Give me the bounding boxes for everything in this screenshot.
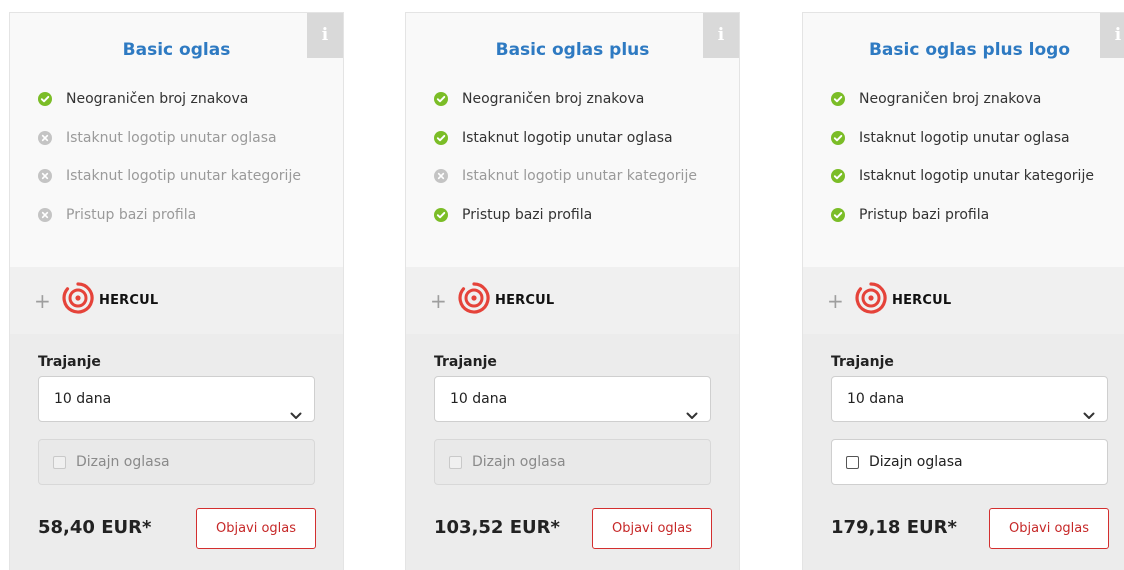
design-option[interactable]: Dizajn oglasa xyxy=(831,439,1108,485)
check-circle-icon xyxy=(831,92,845,106)
feature-label: Istaknut logotip unutar oglasa xyxy=(462,129,673,146)
order-section: Trajanje 10 dana Dizajn oglasa 103,52 EU… xyxy=(406,334,739,570)
duration-value: 10 dana xyxy=(54,391,112,407)
duration-label: Trajanje xyxy=(831,354,894,370)
pricing-card: i Basic oglas plus Neograničen broj znak… xyxy=(405,12,740,570)
feature-list: Neograničen broj znakova Istaknut logoti… xyxy=(38,89,301,243)
feature-item: Neograničen broj znakova xyxy=(434,89,697,128)
check-circle-icon xyxy=(434,92,448,106)
publish-button[interactable]: Objavi oglas xyxy=(592,508,712,549)
hercul-target-icon xyxy=(855,282,887,319)
feature-item: Istaknut logotip unutar kategorije xyxy=(434,166,697,205)
chevron-down-icon xyxy=(686,394,698,438)
feature-label: Istaknut logotip unutar kategorije xyxy=(462,168,697,184)
duration-select[interactable]: 10 dana xyxy=(434,376,711,422)
feature-label: Pristup bazi profila xyxy=(462,206,593,223)
feature-label: Neograničen broj znakova xyxy=(462,91,645,107)
feature-item: Istaknut logotip unutar kategorije xyxy=(38,166,301,205)
partner-logo-text: HERCUL xyxy=(99,293,159,308)
duration-label: Trajanje xyxy=(38,354,101,370)
feature-label: Istaknut logotip unutar kategorije xyxy=(859,168,1094,184)
feature-label: Neograničen broj znakova xyxy=(859,91,1042,107)
pricing-card: i Basic oglas plus logo Neograničen broj… xyxy=(802,12,1124,570)
design-label: Dizajn oglasa xyxy=(472,454,566,470)
duration-value: 10 dana xyxy=(847,391,905,407)
plan-title: Basic oglas plus logo xyxy=(868,40,1071,60)
plus-icon: + xyxy=(34,288,51,313)
feature-item: Pristup bazi profila xyxy=(38,205,301,244)
feature-label: Istaknut logotip unutar oglasa xyxy=(66,129,277,146)
design-checkbox[interactable] xyxy=(846,455,859,469)
feature-item: Pristup bazi profila xyxy=(831,205,1094,244)
price: 103,52 EUR* xyxy=(434,517,560,538)
feature-label: Istaknut logotip unutar oglasa xyxy=(859,129,1070,146)
feature-label: Pristup bazi profila xyxy=(859,206,990,223)
chevron-down-icon xyxy=(290,394,302,438)
design-checkbox xyxy=(449,455,462,469)
duration-select[interactable]: 10 dana xyxy=(831,376,1108,422)
chevron-down-icon xyxy=(1083,394,1095,438)
plan-title: Basic oglas xyxy=(122,40,231,60)
check-circle-icon xyxy=(434,207,448,222)
price: 179,18 EUR* xyxy=(831,517,957,538)
publish-button[interactable]: Objavi oglas xyxy=(989,508,1109,549)
design-option: Dizajn oglasa xyxy=(434,439,711,485)
design-label: Dizajn oglasa xyxy=(869,454,963,470)
feature-label: Pristup bazi profila xyxy=(66,206,197,223)
partner-addon: + HERCUL xyxy=(10,267,343,334)
partner-logo-text: HERCUL xyxy=(892,293,952,308)
plus-icon: + xyxy=(827,288,844,313)
design-checkbox xyxy=(53,455,66,469)
plus-icon: + xyxy=(430,288,447,313)
order-section: Trajanje 10 dana Dizajn oglasa 58,40 EUR… xyxy=(10,334,343,570)
feature-list: Neograničen broj znakova Istaknut logoti… xyxy=(831,89,1094,243)
feature-item: Pristup bazi profila xyxy=(434,205,697,244)
order-section: Trajanje 10 dana Dizajn oglasa 179,18 EU… xyxy=(803,334,1124,570)
feature-label: Istaknut logotip unutar kategorije xyxy=(66,168,301,184)
duration-select[interactable]: 10 dana xyxy=(38,376,315,422)
feature-item: Neograničen broj znakova xyxy=(831,89,1094,128)
x-circle-icon xyxy=(38,207,52,222)
duration-label: Trajanje xyxy=(434,354,497,370)
hercul-target-icon xyxy=(458,282,490,319)
x-circle-icon xyxy=(434,169,448,183)
feature-item: Istaknut logotip unutar kategorije xyxy=(831,166,1094,205)
partner-addon: + HERCUL xyxy=(803,267,1124,334)
x-circle-icon xyxy=(38,130,52,145)
check-circle-icon xyxy=(38,92,52,106)
x-circle-icon xyxy=(38,169,52,183)
design-label: Dizajn oglasa xyxy=(76,454,170,470)
check-circle-icon xyxy=(831,130,845,145)
hercul-target-icon xyxy=(62,282,94,319)
feature-list: Neograničen broj znakova Istaknut logoti… xyxy=(434,89,697,243)
feature-item: Istaknut logotip unutar oglasa xyxy=(434,128,697,167)
price: 58,40 EUR* xyxy=(38,517,152,538)
design-option: Dizajn oglasa xyxy=(38,439,315,485)
feature-item: Istaknut logotip unutar oglasa xyxy=(831,128,1094,167)
partner-logo-text: HERCUL xyxy=(495,293,555,308)
publish-button[interactable]: Objavi oglas xyxy=(196,508,316,549)
plan-title: Basic oglas plus xyxy=(495,40,650,60)
partner-addon: + HERCUL xyxy=(406,267,739,334)
check-circle-icon xyxy=(434,130,448,145)
check-circle-icon xyxy=(831,169,845,183)
check-circle-icon xyxy=(831,207,845,222)
duration-value: 10 dana xyxy=(450,391,508,407)
pricing-card: i Basic oglas Neograničen broj znakova I… xyxy=(9,12,344,570)
feature-item: Neograničen broj znakova xyxy=(38,89,301,128)
feature-label: Neograničen broj znakova xyxy=(66,91,249,107)
feature-item: Istaknut logotip unutar oglasa xyxy=(38,128,301,167)
